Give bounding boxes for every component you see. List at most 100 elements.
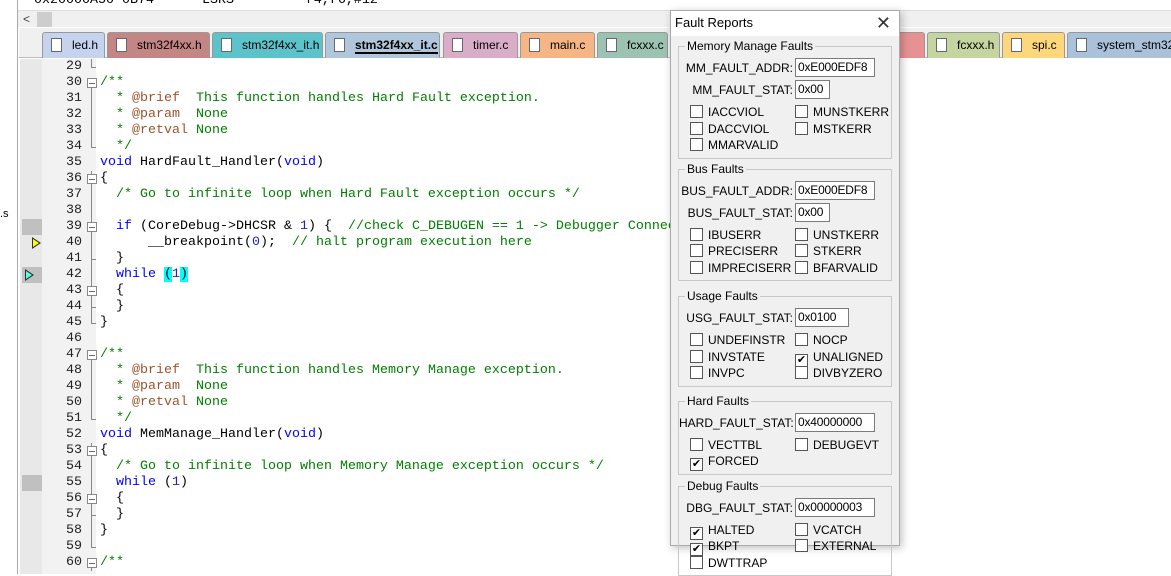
mm-fault-stat-field[interactable]: 0x00 <box>795 80 830 99</box>
code-text[interactable]: */ <box>100 139 132 155</box>
code-token: 1 <box>172 267 180 282</box>
fold-toggle-icon[interactable] <box>86 219 97 235</box>
code-line: 46 <box>19 331 1171 347</box>
code-text[interactable]: } <box>100 507 124 523</box>
group-debug-faults: Debug FaultsDBG_FAULT_STAT:0x00000003✔HA… <box>678 486 892 576</box>
checkbox-halted[interactable]: ✔HALTED <box>690 523 754 540</box>
code-text[interactable]: * @param None <box>100 379 228 395</box>
scroll-left-button[interactable]: < <box>18 11 35 28</box>
code-text[interactable]: } <box>100 523 108 539</box>
tab-system-stm32f[interactable]: system_stm32f <box>1067 32 1171 58</box>
code-token: * <box>100 379 132 394</box>
checkbox-impreciserr[interactable]: IMPRECISERR <box>690 261 791 275</box>
checkbox-ibuserr[interactable]: IBUSERR <box>690 228 761 242</box>
checkbox-bfarvalid[interactable]: BFARVALID <box>795 261 878 275</box>
tab-spi-c[interactable]: spi.c <box>1002 32 1065 58</box>
code-text[interactable]: * @param None <box>100 107 228 123</box>
code-text[interactable]: /** <box>100 347 124 363</box>
checkbox-unstkerr[interactable]: UNSTKERR <box>795 228 879 242</box>
checkbox-vcatch[interactable]: VCATCH <box>795 523 861 537</box>
tab-fcxxx-c[interactable]: fcxxx.c <box>597 32 668 58</box>
checkbox-dwttrap[interactable]: DWTTRAP <box>690 556 767 570</box>
code-text[interactable]: __breakpoint(0); // halt program executi… <box>100 235 532 251</box>
code-text[interactable]: if (CoreDebug->DHCSR & 1) { //check C_DE… <box>100 219 676 235</box>
code-text[interactable]: { <box>100 491 124 507</box>
checkbox-row: MMARVALID <box>679 137 891 154</box>
hard-fault-stat-field[interactable]: 0x40000000 <box>795 413 875 432</box>
code-text[interactable]: } <box>100 299 124 315</box>
checkbox-munstkerr[interactable]: MUNSTKERR <box>795 105 889 119</box>
checkbox-nocp[interactable]: NOCP <box>795 333 848 347</box>
checkbox-preciserr[interactable]: PRECISERR <box>690 244 778 258</box>
tab-stm32f4xx-h[interactable]: stm32f4xx.h <box>107 32 210 58</box>
tab-stm32f4xx-it-c[interactable]: stm32f4xx_it.c <box>325 32 440 58</box>
code-text[interactable]: { <box>100 283 124 299</box>
tab-fcxxx-h[interactable]: fcxxx.h <box>927 32 1000 58</box>
bus-fault-addr-field[interactable]: 0xE000EDF8 <box>795 181 875 200</box>
code-text[interactable]: /* Go to infinite loop when Memory Manag… <box>100 459 604 475</box>
checkbox-external[interactable]: EXTERNAL <box>795 539 876 553</box>
code-text[interactable]: * @retval None <box>100 123 228 139</box>
checkbox-stkerr[interactable]: STKERR <box>795 244 862 258</box>
checkbox-vecttbl[interactable]: VECTTBL <box>690 438 762 452</box>
line-number: 57 <box>42 507 82 523</box>
code-line: 53{ <box>19 443 1171 459</box>
fold-guide <box>86 539 97 555</box>
code-editor[interactable]: 2930/**31 * @brief This function handles… <box>19 59 1171 574</box>
checkbox-divbyzero[interactable]: DIVBYZERO <box>795 366 882 380</box>
bus-fault-stat-field[interactable]: 0x00 <box>795 203 830 222</box>
code-text[interactable]: { <box>100 171 108 187</box>
tab-stm32f4xx-it-h[interactable]: stm32f4xx_it.h <box>212 32 323 58</box>
checkbox-undefinstr[interactable]: UNDEFINSTR <box>690 333 785 347</box>
code-text[interactable]: } <box>100 251 124 267</box>
checkbox-unaligned[interactable]: ✔UNALIGNED <box>795 350 883 367</box>
code-text[interactable]: */ <box>100 411 132 427</box>
fold-toggle-icon[interactable] <box>86 555 97 571</box>
breakpoint-marker[interactable] <box>22 219 42 235</box>
field-row: USG_FAULT_STAT:0x0100 <box>679 308 891 330</box>
dbg-fault-stat-field[interactable]: 0x00000003 <box>795 498 875 517</box>
code-text[interactable]: /** <box>100 75 124 91</box>
breakpoint-marker[interactable] <box>22 475 42 491</box>
fold-toggle-icon[interactable] <box>86 347 97 363</box>
tab-main-c[interactable]: main.c <box>520 32 595 58</box>
checkbox-mmarvalid[interactable]: MMARVALID <box>690 138 778 152</box>
code-text[interactable]: { <box>100 443 108 459</box>
fold-toggle-icon[interactable] <box>86 75 97 91</box>
tab-timer-c[interactable]: timer.c <box>443 32 518 58</box>
fold-toggle-icon[interactable] <box>86 283 97 299</box>
checkbox-debugevt[interactable]: DEBUGEVT <box>795 438 879 452</box>
checkbox-forced[interactable]: ✔FORCED <box>690 454 759 471</box>
checkbox-daccviol[interactable]: DACCVIOL <box>690 122 769 136</box>
code-text[interactable]: while (1) <box>100 267 188 283</box>
fold-toggle-icon[interactable] <box>86 171 97 187</box>
code-text[interactable]: * @brief This function handles Memory Ma… <box>100 363 564 379</box>
code-text[interactable]: } <box>100 315 108 331</box>
code-text[interactable]: void MemManage_Handler(void) <box>100 427 324 443</box>
fold-guide <box>86 91 97 107</box>
checkbox-invpc[interactable]: INVPC <box>690 366 745 380</box>
code-token: * <box>100 123 132 138</box>
usg-fault-stat-field[interactable]: 0x0100 <box>795 308 849 327</box>
code-text[interactable]: * @retval None <box>100 395 228 411</box>
tab-led-h[interactable]: led.h <box>42 32 105 58</box>
close-icon[interactable]: ✕ <box>876 11 891 35</box>
code-text[interactable]: void HardFault_Handler(void) <box>100 155 324 171</box>
fold-toggle-icon[interactable] <box>86 491 97 507</box>
code-text[interactable]: /** <box>100 555 124 571</box>
checkbox-mstkerr[interactable]: MSTKERR <box>795 122 872 136</box>
file-icon <box>452 38 463 52</box>
scroll-thumb[interactable] <box>37 12 52 27</box>
checkbox-row: ✔HALTED VCATCH <box>679 522 891 539</box>
fold-toggle-icon[interactable] <box>86 443 97 459</box>
horizontal-scrollbar[interactable]: < <box>18 10 1171 27</box>
checkbox-invstate[interactable]: INVSTATE <box>690 350 765 364</box>
code-text[interactable]: /* Go to infinite loop when Hard Fault e… <box>100 187 580 203</box>
fold-guide <box>86 395 97 411</box>
code-text[interactable]: * @brief This function handles Hard Faul… <box>100 91 540 107</box>
mm-fault-addr-field[interactable]: 0xE000EDF8 <box>795 58 875 77</box>
code-text[interactable]: while (1) <box>100 475 188 491</box>
checkbox-bkpt[interactable]: ✔BKPT <box>690 539 739 556</box>
checkbox-iaccviol[interactable]: IACCVIOL <box>690 105 764 119</box>
checkbox-row: DWTTRAP <box>679 555 891 572</box>
